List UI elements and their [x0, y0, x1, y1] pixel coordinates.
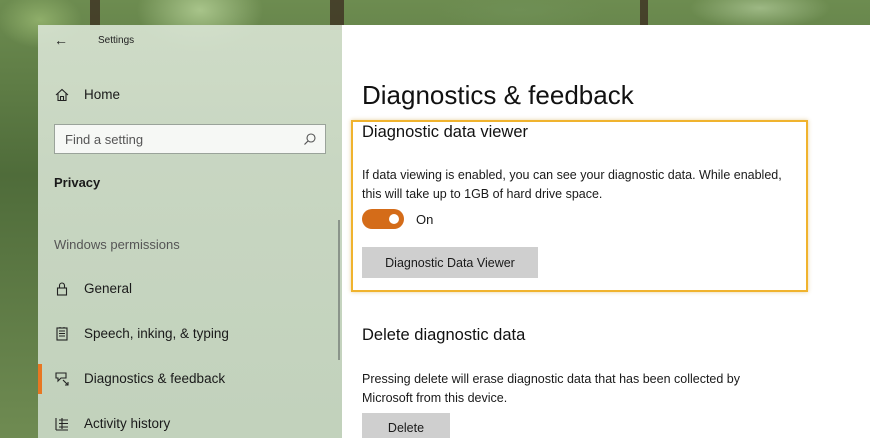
- search-icon[interactable]: [303, 132, 317, 146]
- diagnostic-data-viewer-button[interactable]: Diagnostic Data Viewer: [362, 247, 538, 278]
- sidebar-item-activity-history[interactable]: Activity history: [38, 406, 342, 438]
- delete-button[interactable]: Delete: [362, 413, 450, 438]
- delete-description: Pressing delete will erase diagnostic da…: [362, 372, 741, 405]
- sidebar-item-diagnostics[interactable]: Diagnostics & feedback: [38, 361, 342, 397]
- section-heading-privacy: Privacy: [54, 175, 101, 190]
- section-title-diagnostic-data-viewer: Diagnostic data viewer: [362, 123, 528, 141]
- search-box: [54, 124, 326, 154]
- toggle-state-label: On: [416, 212, 434, 227]
- sidebar-item-speech[interactable]: Speech, inking, & typing: [38, 316, 342, 352]
- page-title: Diagnostics & feedback: [362, 80, 634, 110]
- sidebar: ← Settings Home Privacy Windows permissi…: [38, 25, 342, 438]
- sidebar-item-home[interactable]: Home: [38, 77, 342, 113]
- sidebar-item-label: General: [84, 281, 133, 296]
- section-title-delete-diagnostic-data: Delete diagnostic data: [362, 326, 526, 344]
- sidebar-item-label: Home: [84, 87, 121, 102]
- activity-icon: [54, 416, 70, 432]
- sidebar-scrollbar[interactable]: [338, 220, 340, 360]
- title-bar: ← Settings: [38, 25, 342, 59]
- sidebar-item-general[interactable]: General: [38, 271, 342, 307]
- home-icon: [54, 87, 70, 103]
- sidebar-item-label: Diagnostics & feedback: [84, 371, 226, 386]
- search-input[interactable]: [55, 125, 325, 153]
- diagnostics-icon: [54, 371, 70, 387]
- sidebar-item-label: Activity history: [84, 416, 171, 431]
- lock-icon: [54, 281, 70, 297]
- group-heading-windows-permissions: Windows permissions: [54, 237, 180, 252]
- back-arrow-icon[interactable]: ←: [52, 31, 70, 49]
- settings-window: ← Settings Home Privacy Windows permissi…: [38, 25, 870, 438]
- app-title: Settings: [98, 35, 135, 46]
- sidebar-item-label: Speech, inking, & typing: [84, 326, 229, 341]
- main-content: Diagnostics & feedback Diagnostic data v…: [342, 25, 870, 438]
- toggle-knob: [389, 214, 399, 224]
- data-viewing-toggle[interactable]: [362, 209, 404, 229]
- viewer-description: If data viewing is enabled, you can see …: [362, 168, 782, 201]
- speech-icon: [54, 326, 70, 342]
